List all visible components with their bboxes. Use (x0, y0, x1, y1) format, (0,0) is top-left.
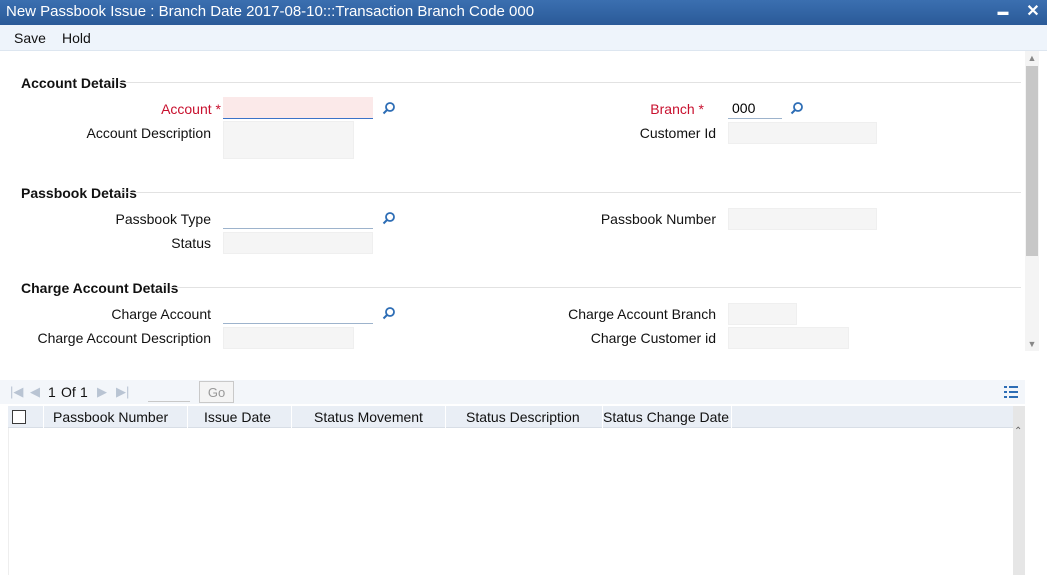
menu-bar: Save Hold (0, 25, 1047, 51)
scrollbar-thumb[interactable] (1026, 66, 1038, 256)
account-description-label: Account Description (86, 125, 211, 141)
account-label: Account * (161, 101, 221, 117)
passbook-number-field (728, 208, 877, 230)
passbook-details-heading: Passbook Details (21, 185, 137, 201)
column-passbook-number[interactable]: Passbook Number (45, 406, 188, 428)
search-icon[interactable] (382, 101, 396, 115)
charge-account-label: Charge Account (111, 306, 211, 322)
select-all-cell (8, 406, 44, 428)
passbook-type-input[interactable] (223, 207, 373, 229)
first-page-icon[interactable]: |◀ (10, 384, 23, 400)
grid-body (8, 428, 1013, 575)
list-icon[interactable] (1004, 385, 1018, 399)
account-description-field (223, 121, 354, 159)
select-all-checkbox[interactable] (12, 410, 26, 424)
window-title: New Passbook Issue : Branch Date 2017-08… (6, 3, 535, 20)
section-divider (120, 82, 1021, 83)
next-page-icon[interactable]: ▶ (97, 384, 107, 400)
search-icon[interactable] (790, 101, 804, 115)
page-number-input[interactable] (148, 382, 190, 402)
section-divider (170, 287, 1021, 288)
column-status-movement[interactable]: Status Movement (306, 406, 446, 428)
customer-id-field (728, 122, 877, 144)
passbook-type-label: Passbook Type (115, 211, 211, 227)
column-status-change-date[interactable]: Status Change Date (595, 406, 732, 428)
charge-customer-id-field (728, 327, 849, 349)
title-bar: New Passbook Issue : Branch Date 2017-08… (0, 0, 1047, 25)
charge-account-branch-label: Charge Account Branch (568, 306, 716, 322)
previous-page-icon[interactable]: ◀ (30, 384, 40, 400)
grid-header: Passbook Number Issue Date Status Moveme… (8, 406, 1013, 428)
branch-label: Branch * (650, 101, 704, 117)
charge-account-description-field (223, 327, 354, 349)
minimize-icon[interactable]: ▬ (994, 2, 1012, 22)
search-icon[interactable] (382, 211, 396, 225)
scroll-up-icon[interactable]: ⌃ (1014, 426, 1022, 437)
status-label: Status (171, 235, 211, 251)
save-menu-item[interactable]: Save (14, 30, 46, 46)
form-scrollbar[interactable]: ▲ ▼ (1025, 51, 1039, 351)
customer-id-label: Customer Id (639, 125, 716, 141)
column-issue-date[interactable]: Issue Date (196, 406, 292, 428)
current-page: 1 (48, 384, 56, 400)
account-details-heading: Account Details (21, 75, 127, 91)
charge-account-details-heading: Charge Account Details (21, 280, 179, 296)
charge-account-branch-field (728, 303, 797, 325)
page-of-label: Of (61, 384, 76, 400)
column-status-description[interactable]: Status Description (458, 406, 603, 428)
section-divider (120, 192, 1021, 193)
form-area: Account Details Account * Account Descri… (0, 51, 1025, 351)
account-input[interactable] (223, 97, 373, 119)
grid-scrollbar[interactable]: ⌃ (1013, 406, 1025, 575)
grid-toolbar: |◀ ◀ 1 Of 1 ▶ ▶| Go (0, 380, 1025, 404)
charge-customer-id-label: Charge Customer id (590, 330, 716, 346)
hold-menu-item[interactable]: Hold (62, 30, 91, 46)
scroll-up-icon[interactable]: ▲ (1027, 53, 1037, 63)
charge-account-description-label: Charge Account Description (37, 330, 211, 346)
status-field (223, 232, 373, 254)
last-page-icon[interactable]: ▶| (116, 384, 129, 400)
branch-input[interactable] (728, 97, 782, 119)
close-icon[interactable]: ✕ (1024, 2, 1042, 22)
scroll-down-icon[interactable]: ▼ (1027, 339, 1037, 349)
charge-account-input[interactable] (223, 302, 373, 324)
passbook-number-label: Passbook Number (600, 211, 716, 227)
search-icon[interactable] (382, 306, 396, 320)
total-pages: 1 (80, 384, 88, 400)
go-button[interactable]: Go (199, 381, 234, 403)
